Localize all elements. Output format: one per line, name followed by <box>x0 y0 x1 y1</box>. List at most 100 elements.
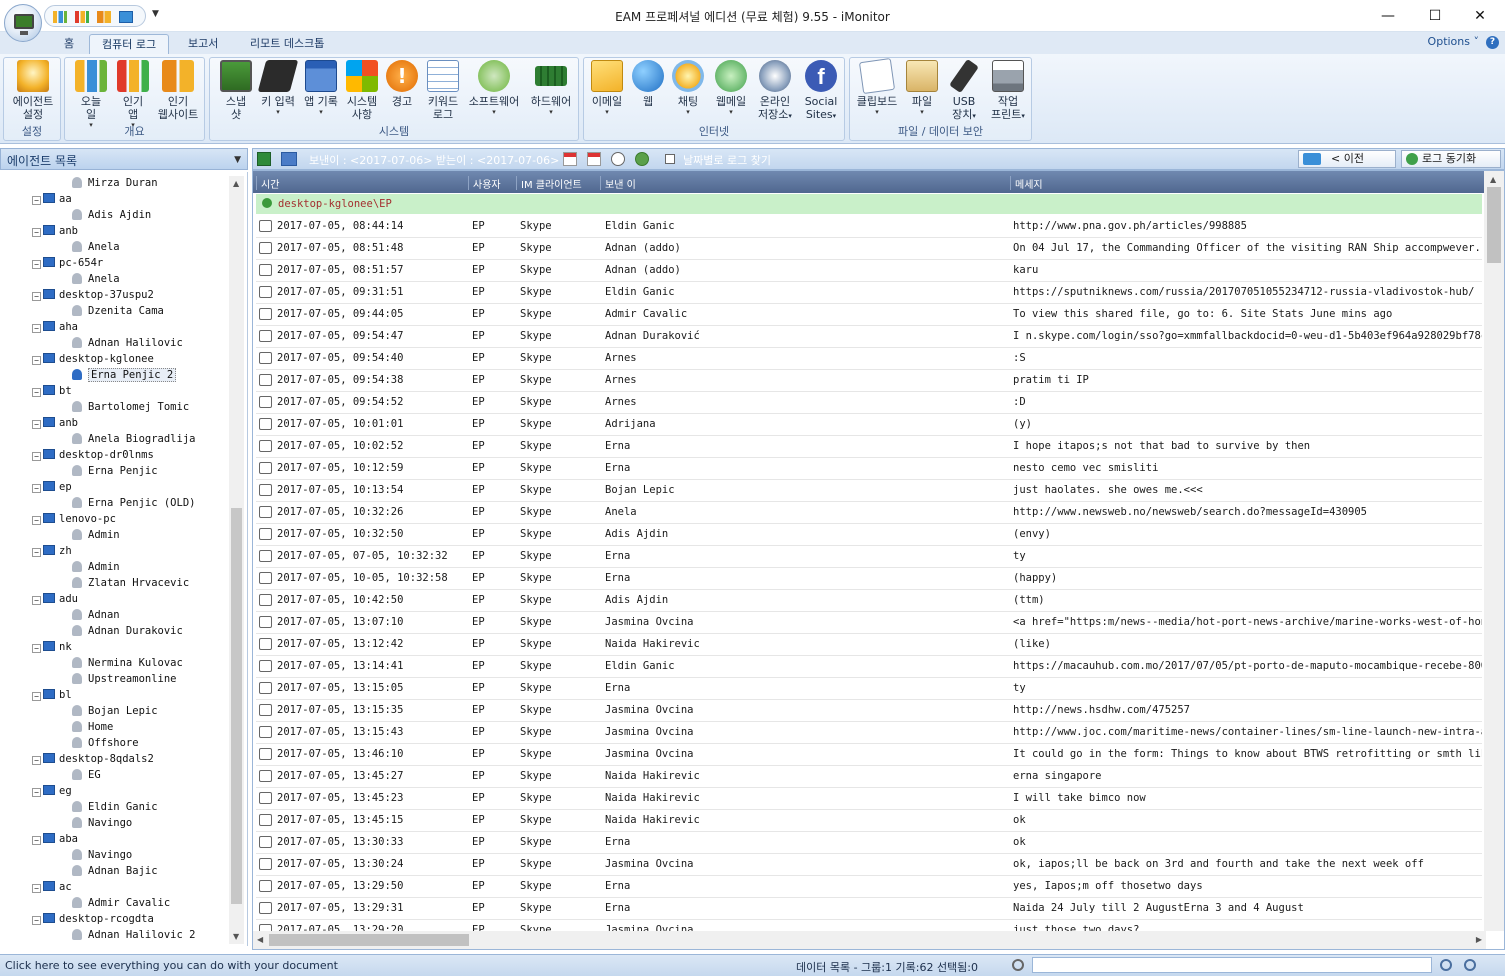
table-row[interactable]: 2017-07-05, 13:30:24 EP Skype Jasmina Ovcin… <box>256 854 1482 876</box>
save-icon[interactable] <box>281 152 297 166</box>
tree-computer-node[interactable]: − desktop-rcogdta <box>32 911 154 927</box>
table-row[interactable]: 2017-07-05, 13:45:27 EP Skype Naida Hakirev… <box>256 766 1482 788</box>
table-row[interactable]: 2017-07-05, 08:51:48 EP Skype Adnan (addo) O… <box>256 238 1482 260</box>
search-input[interactable] <box>1032 957 1432 973</box>
tree-computer-node[interactable]: − desktop-37uspu2 <box>32 287 154 303</box>
tree-user-node[interactable]: Mirza Duran <box>72 175 158 191</box>
clock-icon[interactable] <box>611 152 625 166</box>
table-row[interactable]: 2017-07-05, 13:14:41 EP Skype Eldin Ganic ht… <box>256 656 1482 678</box>
tree-user-node[interactable]: Adnan Durakovic <box>72 623 183 639</box>
scroll-left-icon[interactable]: ◀ <box>257 935 263 944</box>
table-row[interactable]: 2017-07-05, 09:54:47 EP Skype Adnan Durakov… <box>256 326 1482 348</box>
tree-user-node[interactable]: Anela <box>72 239 120 255</box>
collapse-toggle-icon[interactable]: − <box>32 420 41 429</box>
tree-user-node[interactable]: Admir Cavalic <box>72 895 170 911</box>
col-message[interactable]: 메세지 <box>1010 176 1482 191</box>
table-row[interactable]: 2017-07-05, 07-05, 10:32:32 EP Skype Erna ty <box>256 546 1482 568</box>
table-row[interactable]: 2017-07-05, 13:30:33 EP Skype Erna ok <box>256 832 1482 854</box>
tree-computer-node[interactable]: − desktop-8qdals2 <box>32 751 154 767</box>
webmail-button[interactable]: 웹메일 ▾ <box>710 60 752 116</box>
app-log-button[interactable]: 앱 기록 ▾ <box>300 60 342 116</box>
table-row[interactable]: 2017-07-05, 08:51:57 EP Skype Adnan (addo) k… <box>256 260 1482 282</box>
tab-reports[interactable]: 보고서 <box>176 34 230 54</box>
tree-computer-node[interactable]: − anb <box>32 223 78 239</box>
scroll-down-icon[interactable]: ▼ <box>233 932 239 941</box>
table-row[interactable]: 2017-07-05, 10:13:54 EP Skype Bojan Lepic ju… <box>256 480 1482 502</box>
zoom-out-icon[interactable] <box>1440 959 1452 971</box>
maximize-button[interactable]: ☐ <box>1412 2 1458 30</box>
collapse-toggle-icon[interactable]: − <box>32 452 41 461</box>
collapse-toggle-icon[interactable]: − <box>32 548 41 557</box>
collapse-toggle-icon[interactable]: − <box>32 692 41 701</box>
system-events-button[interactable]: 시스템 사항 <box>342 60 382 121</box>
previous-button[interactable]: < 이전 <box>1298 150 1396 168</box>
tree-computer-node[interactable]: − aa <box>32 191 72 207</box>
top-websites-button[interactable]: 인기 웹사이트 <box>153 60 203 121</box>
collapse-toggle-icon[interactable]: − <box>32 292 41 301</box>
tree-user-node[interactable]: Adnan Halilovic 2 <box>72 927 195 943</box>
tree-computer-node[interactable]: − desktop-kglonee <box>32 351 154 367</box>
search-icon[interactable] <box>1012 959 1024 971</box>
collapse-toggle-icon[interactable]: − <box>32 516 41 525</box>
snapshot-button[interactable]: 스냅 샷 <box>216 60 256 121</box>
tree-user-node[interactable]: Anela <box>72 271 120 287</box>
table-row[interactable]: 2017-07-05, 10:32:26 EP Skype Anela http://w… <box>256 502 1482 524</box>
collapse-toggle-icon[interactable]: − <box>32 596 41 605</box>
table-row[interactable]: 2017-07-05, 13:45:15 EP Skype Naida Hakirev… <box>256 810 1482 832</box>
table-row[interactable]: 2017-07-05, 13:15:35 EP Skype Jasmina Ovcin… <box>256 700 1482 722</box>
grid-hscroll-thumb[interactable] <box>269 934 469 946</box>
expand-group-icon[interactable] <box>262 198 272 208</box>
collapse-toggle-icon[interactable]: − <box>32 388 41 397</box>
tree-user-node[interactable]: Dzenita Cama <box>72 303 164 319</box>
usb-button[interactable]: USB 장치▾ <box>944 58 984 123</box>
tree-computer-node[interactable]: − desktop-dr0lnms <box>32 447 154 463</box>
tree-computer-node[interactable]: − ac <box>32 879 72 895</box>
tree-computer-node[interactable]: − bt <box>32 383 72 399</box>
web-button[interactable]: 웹 <box>630 60 666 108</box>
tree-computer-node[interactable]: − lenovo-pc <box>32 511 116 527</box>
tab-remote-desktop[interactable]: 리모트 데스크톱 <box>238 34 336 54</box>
status-hint[interactable]: Click here to see everything you can do … <box>5 959 338 972</box>
top-apps-button[interactable]: 인기 앱 ▾ <box>115 60 151 129</box>
table-row[interactable]: 2017-07-05, 09:44:05 EP Skype Admir Cavalic… <box>256 304 1482 326</box>
chat-button[interactable]: 채팅 ▾ <box>670 60 706 116</box>
keyword-log-button[interactable]: 키워드 로그 <box>422 60 464 121</box>
collapse-toggle-icon[interactable]: − <box>32 260 41 269</box>
col-im-client[interactable]: IM 클라이언트 <box>516 176 600 191</box>
collapse-toggle-icon[interactable]: − <box>32 788 41 797</box>
tree-user-node[interactable]: Adis Ajdin <box>72 207 151 223</box>
tree-user-node[interactable]: Erna Penjic <box>72 463 158 479</box>
tree-computer-node[interactable]: − ep <box>32 479 72 495</box>
collapse-toggle-icon[interactable]: − <box>32 644 41 653</box>
tree-computer-node[interactable]: − anb <box>32 415 78 431</box>
table-row[interactable]: 2017-07-05, 13:29:50 EP Skype Erna yes, Iapo… <box>256 876 1482 898</box>
collapse-toggle-icon[interactable]: − <box>32 324 41 333</box>
tree-user-node[interactable]: Adnan Halilovic <box>72 335 183 351</box>
group-row[interactable]: desktop-kglonee\EP <box>256 194 1482 214</box>
tree-computer-node[interactable]: − eg <box>32 783 72 799</box>
tree-scroll-thumb[interactable] <box>231 508 242 904</box>
tree-computer-node[interactable]: − zh <box>32 543 72 559</box>
table-row[interactable]: 2017-07-05, 13:15:05 EP Skype Erna ty <box>256 678 1482 700</box>
tree-user-node[interactable]: Admin <box>72 559 120 575</box>
grid-scroll-thumb[interactable] <box>1487 187 1501 263</box>
table-row[interactable]: 2017-07-05, 13:29:31 EP Skype Erna Naida 24 … <box>256 898 1482 920</box>
export-excel-icon[interactable] <box>257 152 271 166</box>
tree-computer-node[interactable]: − adu <box>32 591 78 607</box>
tree-user-node[interactable]: Navingo <box>72 847 132 863</box>
minimize-button[interactable]: — <box>1365 2 1411 30</box>
help-icon[interactable]: ? <box>1486 36 1499 49</box>
collapse-icon[interactable]: ▼ <box>234 155 241 165</box>
tree-user-node[interactable]: Adnan Bajic <box>72 863 158 879</box>
collapse-toggle-icon[interactable]: − <box>32 356 41 365</box>
today-button[interactable]: 오늘 일 ▾ <box>71 60 111 129</box>
tree-user-node[interactable]: Offshore <box>72 735 139 751</box>
tree-computer-node[interactable]: − pc-654r <box>32 255 103 271</box>
table-row[interactable]: 2017-07-05, 09:31:51 EP Skype Eldin Ganic ht… <box>256 282 1482 304</box>
table-row[interactable]: 2017-07-05, 13:15:43 EP Skype Jasmina Ovcin… <box>256 722 1482 744</box>
col-user[interactable]: 사용자 <box>468 176 516 191</box>
calendar-from-icon[interactable] <box>563 152 577 166</box>
table-row[interactable]: 2017-07-05, 10:02:52 EP Skype Erna I hope it… <box>256 436 1482 458</box>
clipboard-button[interactable]: 클립보드 ▾ <box>854 57 900 116</box>
tree-user-node[interactable]: Upstreamonline <box>72 671 177 687</box>
